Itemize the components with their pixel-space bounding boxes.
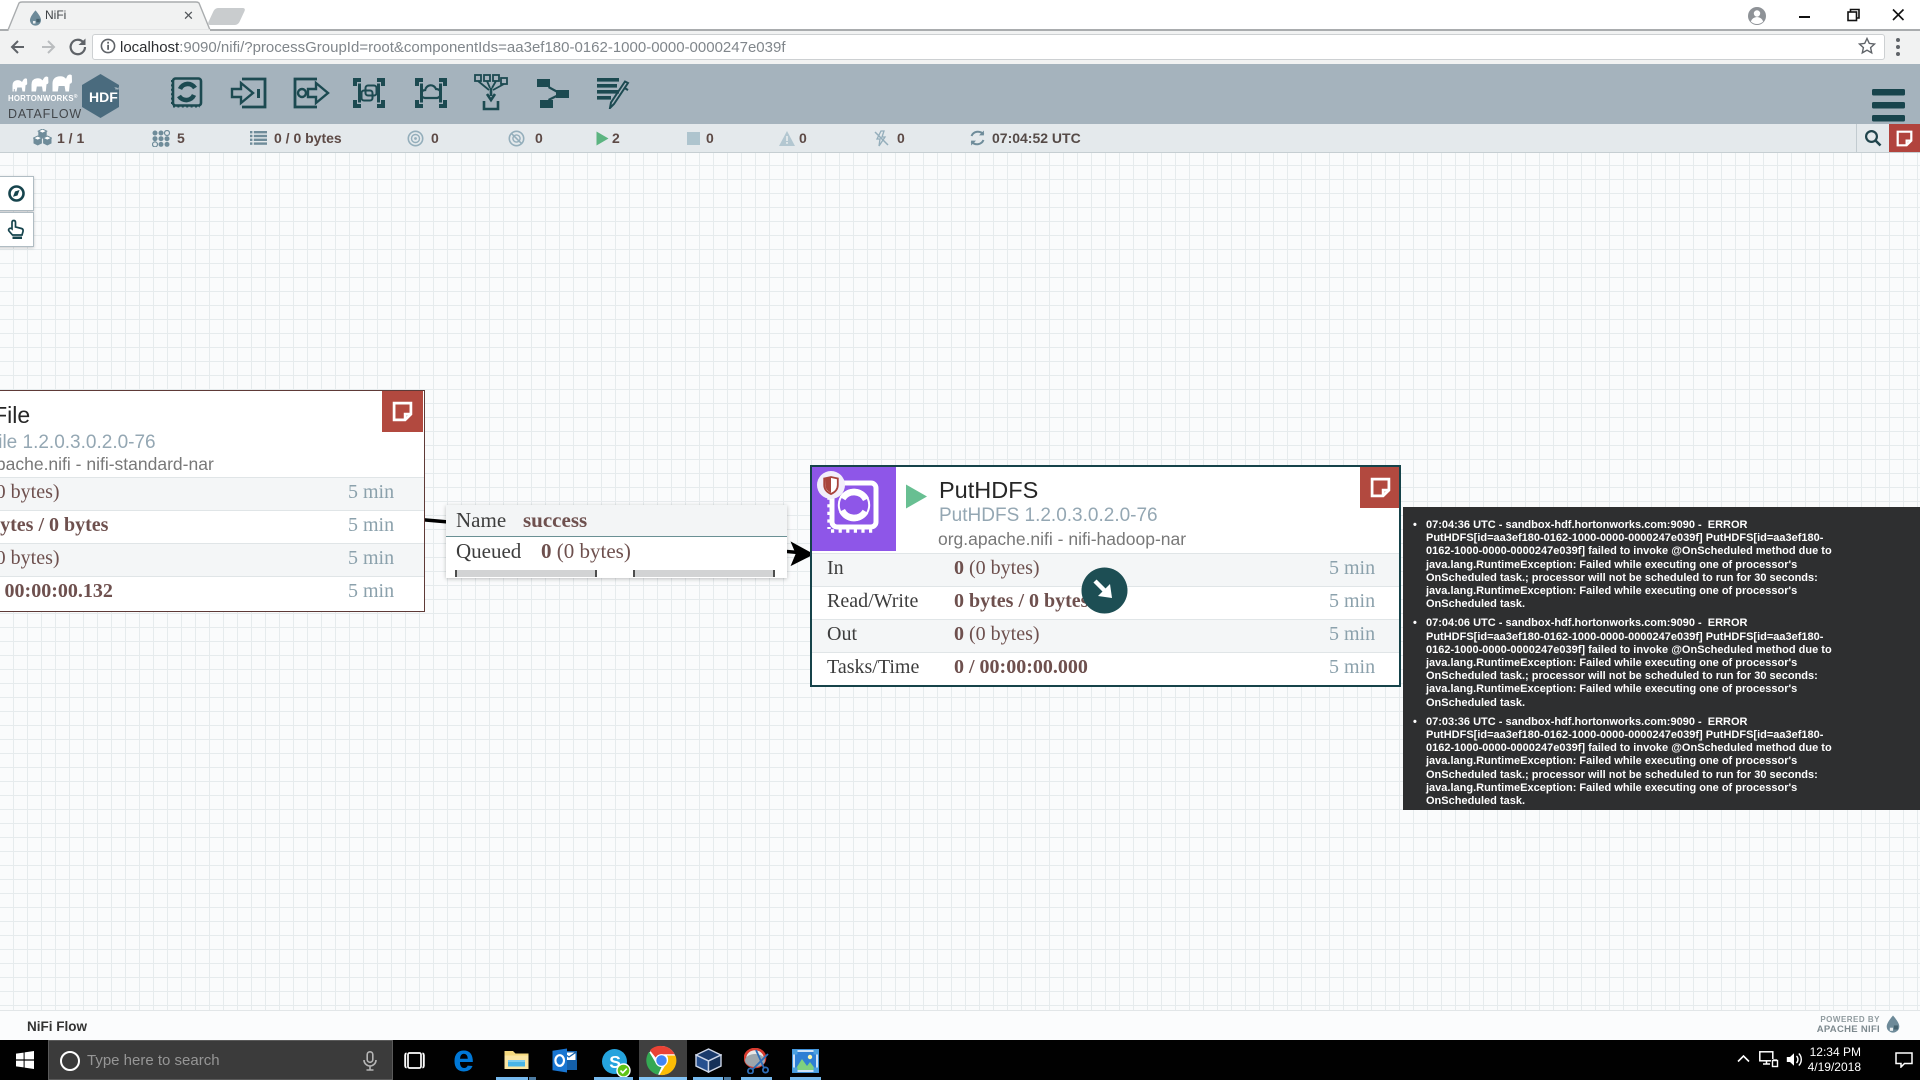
svg-text:™: ™ — [114, 87, 119, 93]
